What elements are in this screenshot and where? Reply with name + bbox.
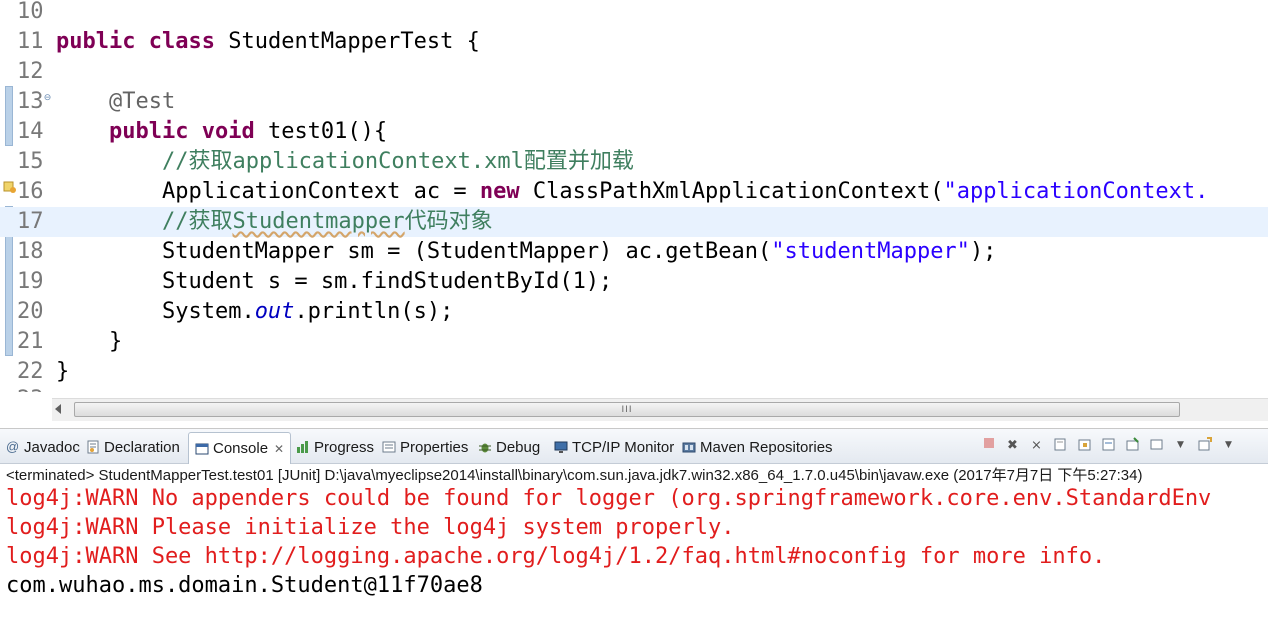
word-wrap-icon[interactable] [1100, 437, 1117, 454]
line-number: 11 [17, 29, 44, 54]
code-text: } [56, 359, 70, 384]
line-number: 15 [17, 149, 44, 174]
clear-console-icon[interactable] [1052, 437, 1069, 454]
tab-label: Debug [496, 438, 541, 456]
console-toolbar: ✖ ⨯ ▼ ▼ [980, 435, 1237, 455]
tab-label: Progress [314, 438, 375, 456]
editor-line: 14 public void test01(){ [0, 117, 1268, 147]
line-number: 21 [17, 329, 44, 354]
maven-icon [682, 442, 696, 453]
line-number: 12 [17, 59, 44, 84]
editor-line-current: 17 //获取Studentmapper代码对象 [0, 207, 1268, 237]
tab-javadoc[interactable]: @ Javadoc [6, 433, 80, 461]
tab-maven-repositories[interactable]: Maven Repositories [682, 433, 833, 461]
line-number: 19 [17, 269, 44, 294]
chevron-down-icon[interactable]: ▼ [1172, 437, 1189, 454]
code-text: public class StudentMapperTest { [56, 29, 480, 54]
console-line: com.wuhao.ms.domain.Student@11f70ae8 [6, 573, 483, 598]
line-number: 10 [17, 0, 44, 24]
console-line: log4j:WARN Please initialize the log4j s… [6, 515, 735, 540]
panel-tab-bar: @ Javadoc Declaration Console ✕ Progress… [0, 429, 1268, 464]
remove-all-terminated-icon[interactable]: ⨯ [1028, 437, 1045, 454]
remove-launch-icon[interactable]: ✖ [1004, 437, 1021, 454]
monitor-icon [554, 441, 568, 453]
line-number: 17 [17, 209, 44, 234]
tab-debug[interactable]: Debug [478, 433, 540, 461]
scrollbar-grip: III [621, 405, 633, 415]
declaration-icon [87, 440, 99, 454]
editor-line: 21 } [0, 327, 1268, 357]
code-text: } [108, 329, 123, 354]
line-number: 14 [17, 119, 44, 144]
console-line: log4j:WARN No appenders could be found f… [6, 486, 1212, 511]
code-text: @Test [108, 89, 176, 114]
tab-label: Javadoc [24, 438, 80, 456]
line-number: 20 [17, 299, 44, 324]
code-text: System.out.println(s); [161, 299, 454, 324]
editor-line: 18 StudentMapper sm = (StudentMapper) ac… [0, 237, 1268, 267]
console-output[interactable]: log4j:WARN No appenders could be found f… [6, 484, 1211, 600]
tab-label: Maven Repositories [700, 438, 833, 456]
at-icon: @ [6, 439, 20, 454]
line-number: 18 [17, 239, 44, 264]
tab-properties[interactable]: Properties [382, 433, 468, 461]
tab-label: Declaration [104, 438, 180, 456]
code-editor[interactable]: ⊖ 10 11 public class StudentMapperTest {… [0, 0, 1268, 392]
bug-icon [479, 443, 491, 453]
horizontal-scrollbar[interactable]: III [52, 398, 1268, 421]
tab-declaration[interactable]: Declaration [86, 433, 180, 461]
open-console-icon[interactable] [1196, 436, 1213, 454]
editor-line: 10 [0, 0, 1268, 27]
terminate-icon[interactable] [980, 437, 997, 454]
tab-progress[interactable]: Progress [296, 433, 374, 461]
tab-label: TCP/IP Monitor [572, 438, 675, 456]
editor-line: 13 @Test [0, 87, 1268, 117]
console-status: <terminated> StudentMapperTest.test01 [J… [6, 467, 1143, 484]
editor-line: 19 Student s = sm.findStudentById(1); [0, 267, 1268, 297]
code-text: ApplicationContext ac = new ClassPathXml… [161, 179, 1209, 204]
editor-line: 15 //获取applicationContext.xml配置并加载 [0, 147, 1268, 177]
scroll-left-icon[interactable] [55, 404, 61, 414]
line-number: 23 [17, 385, 57, 392]
editor-line: 12 [0, 57, 1268, 87]
console-icon [195, 443, 209, 454]
properties-icon [382, 441, 396, 453]
code-text: Student s = sm.findStudentById(1); [161, 269, 613, 294]
code-text: //获取Studentmapper代码对象 [161, 209, 493, 234]
scrollbar-thumb[interactable]: III [74, 402, 1180, 417]
tab-tcpip-monitor[interactable]: TCP/IP Monitor [554, 433, 674, 461]
close-icon[interactable]: ✕ [274, 442, 284, 456]
tab-label: Properties [400, 438, 469, 456]
line-number: 16 [17, 179, 44, 204]
editor-line: 11 public class StudentMapperTest { [0, 27, 1268, 57]
chevron-down-icon[interactable]: ▼ [1220, 437, 1237, 454]
editor-line: 16 ApplicationContext ac = new ClassPath… [0, 177, 1268, 207]
editor-line: 22 } [0, 357, 1268, 387]
line-number: 22 [17, 359, 44, 384]
editor-line: 20 System.out.println(s); [0, 297, 1268, 327]
tab-console[interactable]: Console ✕ [188, 432, 292, 464]
console-line: log4j:WARN See http://logging.apache.org… [6, 544, 1106, 569]
scroll-lock-icon[interactable] [1076, 437, 1093, 454]
pin-console-icon[interactable] [1124, 436, 1141, 454]
line-number: 13 [17, 89, 44, 114]
display-console-icon[interactable] [1148, 437, 1165, 454]
bottom-panel: @ Javadoc Declaration Console ✕ Progress… [0, 428, 1268, 637]
editor-line: 23 [0, 385, 1268, 392]
code-text: //获取applicationContext.xml配置并加载 [161, 149, 634, 174]
tab-label: Console [213, 440, 269, 457]
progress-icon [297, 441, 308, 453]
code-text: StudentMapper sm = (StudentMapper) ac.ge… [161, 239, 997, 264]
code-text: public void test01(){ [108, 119, 388, 144]
